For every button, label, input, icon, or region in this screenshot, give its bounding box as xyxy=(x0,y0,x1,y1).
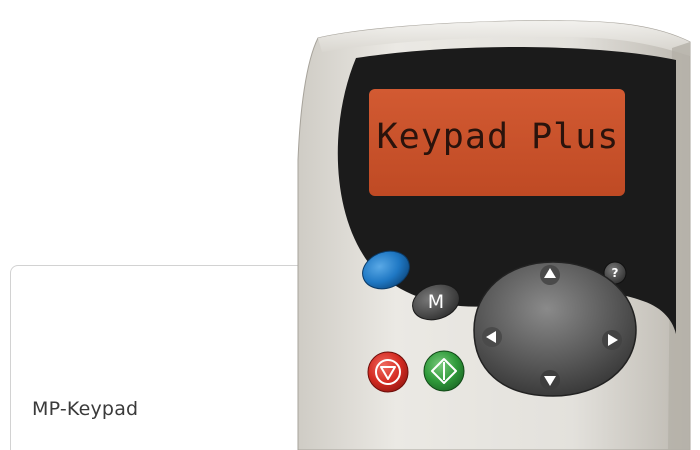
lcd-text: Keypad Plus xyxy=(376,117,620,157)
keypad-illustration xyxy=(297,20,691,450)
product-name[interactable]: MP-Keypad xyxy=(32,398,138,420)
stop-key[interactable] xyxy=(367,351,409,393)
product-tile: Keypad Plus M ? MP-Keypad xyxy=(0,0,700,450)
